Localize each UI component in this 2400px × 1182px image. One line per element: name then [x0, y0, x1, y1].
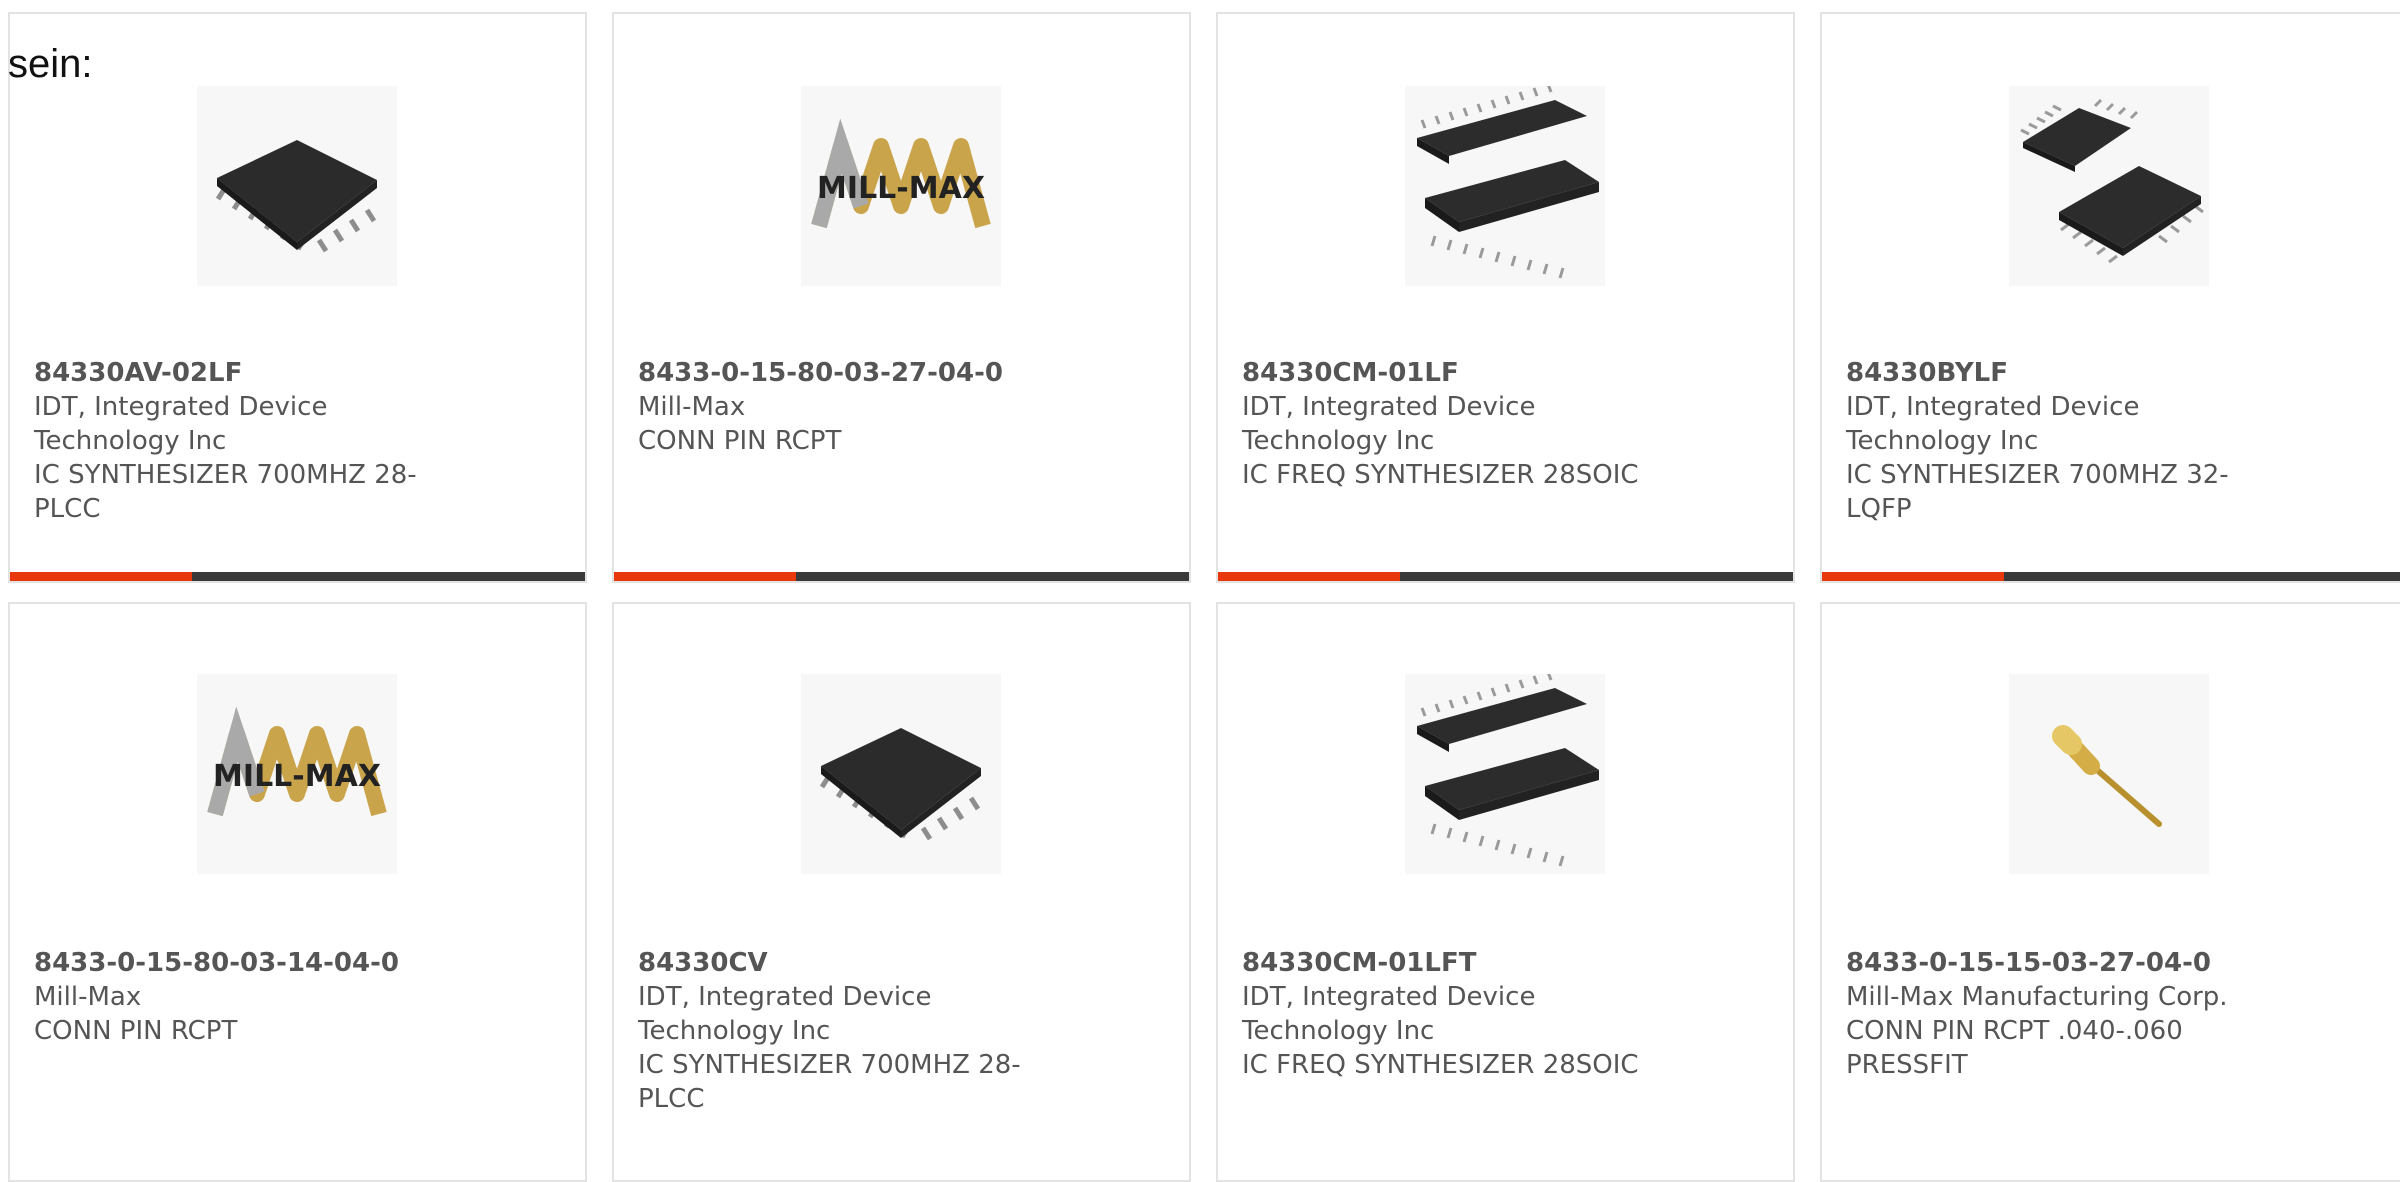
manufacturer-name: IDT, Integrated Device Technology Inc: [1242, 982, 1536, 1046]
part-number[interactable]: 8433-0-15-15-03-27-04-0: [1846, 946, 2266, 980]
product-description: CONN PIN RCPT: [638, 426, 842, 456]
product-card[interactable]: 84330CM-01LF IDT, Integrated Device Tech…: [1216, 12, 1795, 583]
card-bottom-bar: [614, 572, 1189, 581]
pin-receptacle-icon: [2009, 674, 2209, 874]
manufacturer-name: IDT, Integrated Device Technology Inc: [1846, 392, 2140, 456]
manufacturer-name: Mill-Max: [34, 982, 142, 1012]
mill-max-logo: MILL-MAX: [801, 86, 1001, 286]
product-description: CONN PIN RCPT .040-.060 PRESSFIT: [1846, 1016, 2183, 1080]
part-number[interactable]: 84330CM-01LFT: [1242, 946, 1662, 980]
part-number[interactable]: 84330AV-02LF: [34, 356, 454, 390]
part-number[interactable]: 84330BYLF: [1846, 356, 2266, 390]
plcc-chip-icon: [197, 86, 397, 286]
part-number[interactable]: 8433-0-15-80-03-27-04-0: [638, 356, 1058, 390]
svg-text:MILL-MAX: MILL-MAX: [817, 171, 985, 206]
product-description: IC SYNTHESIZER 700MHZ 28-PLCC: [638, 1050, 1021, 1114]
product-card[interactable]: 8433-0-15-15-03-27-04-0 Mill-Max Manufac…: [1820, 602, 2400, 1182]
product-description: IC SYNTHESIZER 700MHZ 28-PLCC: [34, 460, 417, 524]
soic-chip-icon: [1405, 674, 1605, 874]
product-description: IC FREQ SYNTHESIZER 28SOIC: [1242, 1050, 1639, 1080]
product-card[interactable]: 84330AV-02LF IDT, Integrated Device Tech…: [8, 12, 587, 583]
manufacturer-name: IDT, Integrated Device Technology Inc: [638, 982, 932, 1046]
card-bar-accent: [614, 572, 796, 581]
product-card[interactable]: MILL-MAX 8433-0-15-80-03-14-04-0 Mill-Ma…: [8, 602, 587, 1182]
card-bottom-bar: [1822, 572, 2400, 581]
lqfp-chip-icon: [2009, 86, 2209, 286]
lead-text: sein:: [8, 42, 93, 86]
product-card[interactable]: 84330CV IDT, Integrated Device Technolog…: [612, 602, 1191, 1182]
manufacturer-name: Mill-Max: [638, 392, 746, 422]
mill-max-logo: MILL-MAX: [197, 674, 397, 874]
svg-text:MILL-MAX: MILL-MAX: [213, 759, 381, 794]
product-description: IC FREQ SYNTHESIZER 28SOIC: [1242, 460, 1639, 490]
part-number[interactable]: 84330CV: [638, 946, 1058, 980]
part-number[interactable]: 84330CM-01LF: [1242, 356, 1662, 390]
part-number[interactable]: 8433-0-15-80-03-14-04-0: [34, 946, 454, 980]
product-card[interactable]: 84330CM-01LFT IDT, Integrated Device Tec…: [1216, 602, 1795, 1182]
product-description: CONN PIN RCPT: [34, 1016, 238, 1046]
card-bottom-bar: [10, 572, 585, 581]
soic-chip-icon: [1405, 86, 1605, 286]
manufacturer-name: IDT, Integrated Device Technology Inc: [1242, 392, 1536, 456]
card-bar-accent: [1822, 572, 2004, 581]
card-bar-accent: [10, 572, 192, 581]
card-bottom-bar: [1218, 572, 1793, 581]
product-card[interactable]: 84330BYLF IDT, Integrated Device Technol…: [1820, 12, 2400, 583]
product-card[interactable]: MILL-MAX 8433-0-15-80-03-27-04-0 Mill-Ma…: [612, 12, 1191, 583]
manufacturer-name: IDT, Integrated Device Technology Inc: [34, 392, 328, 456]
product-description: IC SYNTHESIZER 700MHZ 32-LQFP: [1846, 460, 2229, 524]
card-bar-accent: [1218, 572, 1400, 581]
plcc-chip-icon: [801, 674, 1001, 874]
manufacturer-name: Mill-Max Manufacturing Corp.: [1846, 982, 2228, 1012]
